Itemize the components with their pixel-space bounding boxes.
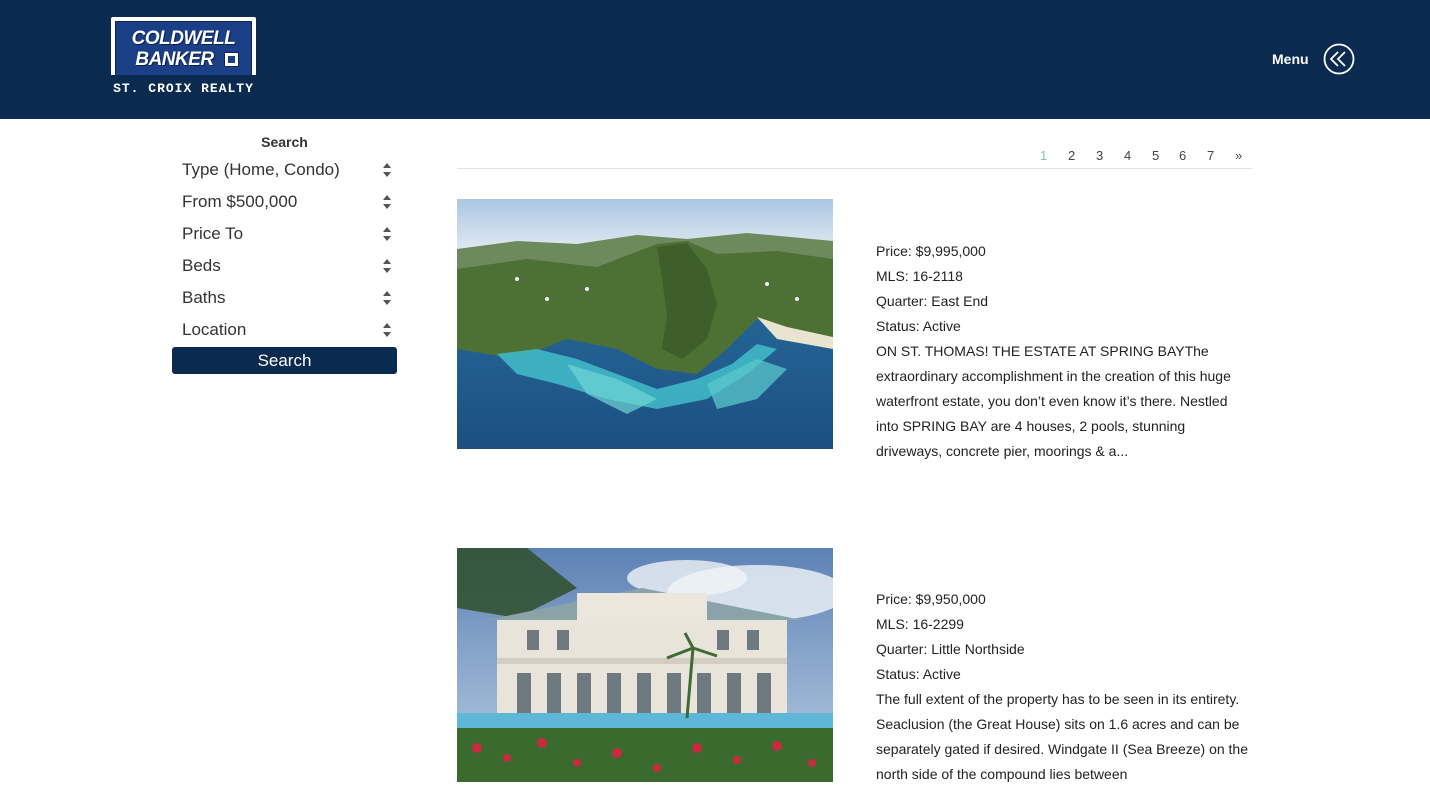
page-link-2[interactable]: 2 [1068,148,1075,163]
logo-seal-icon [224,52,239,67]
filter-price-to-select[interactable]: Price To [172,218,397,250]
select-arrows-icon [383,163,391,177]
listing-status: Status: Active [876,318,961,334]
search-sidebar: Search Type (Home, Condo) From $500,000 … [172,130,397,374]
select-arrows-icon [383,323,391,337]
page-next-link[interactable]: » [1235,148,1242,163]
logo-badge: COLDWELL BANKER [115,21,252,77]
page-link-3[interactable]: 3 [1096,148,1103,163]
listing-quarter: Quarter: East End [876,293,989,309]
listing-info-1: Price: $9,995,000 MLS: 16-2118 Quarter: … [876,239,1252,464]
aerial-bay-photo [457,199,833,449]
double-chevron-left-icon[interactable] [1323,43,1355,75]
filter-label: Type (Home, Condo) [182,160,340,179]
filter-label: Baths [182,288,226,307]
filter-label: Location [182,320,247,339]
select-arrows-icon [383,259,391,273]
filter-baths-select[interactable]: Baths [172,282,397,314]
logo-text-coldwell: COLDWELL [131,28,236,49]
page-link-7[interactable]: 7 [1207,148,1214,163]
filter-label: From $500,000 [182,192,298,211]
filter-beds-select[interactable]: Beds [172,250,397,282]
listing-photo-2[interactable] [457,548,833,782]
page-link-4[interactable]: 4 [1124,148,1131,163]
filter-location-select[interactable]: Location [172,314,397,346]
listing-description: ON ST. THOMAS! THE ESTATE AT SPRING BAYT… [876,343,1231,459]
filter-type-select[interactable]: Type (Home, Condo) [172,154,397,186]
menu-label[interactable]: Menu [1272,51,1309,67]
listing-status: Status: Active [876,666,961,682]
listing-price: Price: $9,950,000 [876,591,986,607]
pagination: 1 2 3 4 5 6 7 » [457,143,1252,169]
search-title: Search [261,134,308,150]
listing-mls: MLS: 16-2299 [876,616,964,632]
listing-mls: MLS: 16-2118 [876,268,963,284]
page-link-6[interactable]: 6 [1179,148,1186,163]
select-arrows-icon [383,291,391,305]
filter-label: Beds [182,256,221,275]
listing-info-2: Price: $9,950,000 MLS: 16-2299 Quarter: … [876,587,1252,787]
listing-price: Price: $9,995,000 [876,243,986,259]
select-arrows-icon [383,195,391,209]
listing-quarter: Quarter: Little Northside [876,641,1025,657]
coldwell-banker-logo[interactable]: COLDWELL BANKER ST. CROIX REALTY [111,17,256,103]
filter-price-from-select[interactable]: From $500,000 [172,186,397,218]
select-arrows-icon [383,227,391,241]
listing-description: The full extent of the property has to b… [876,691,1248,782]
filter-label: Price To [182,224,244,243]
page-link-1[interactable]: 1 [1040,148,1047,163]
listing-photo-1[interactable] [457,199,833,449]
header-bar: COLDWELL BANKER ST. CROIX REALTY Menu [0,0,1430,119]
villa-photo [457,548,833,782]
logo-text-st-croix: ST. CROIX REALTY [111,75,256,103]
page-link-5[interactable]: 5 [1152,148,1159,163]
search-button[interactable]: Search [172,347,397,374]
